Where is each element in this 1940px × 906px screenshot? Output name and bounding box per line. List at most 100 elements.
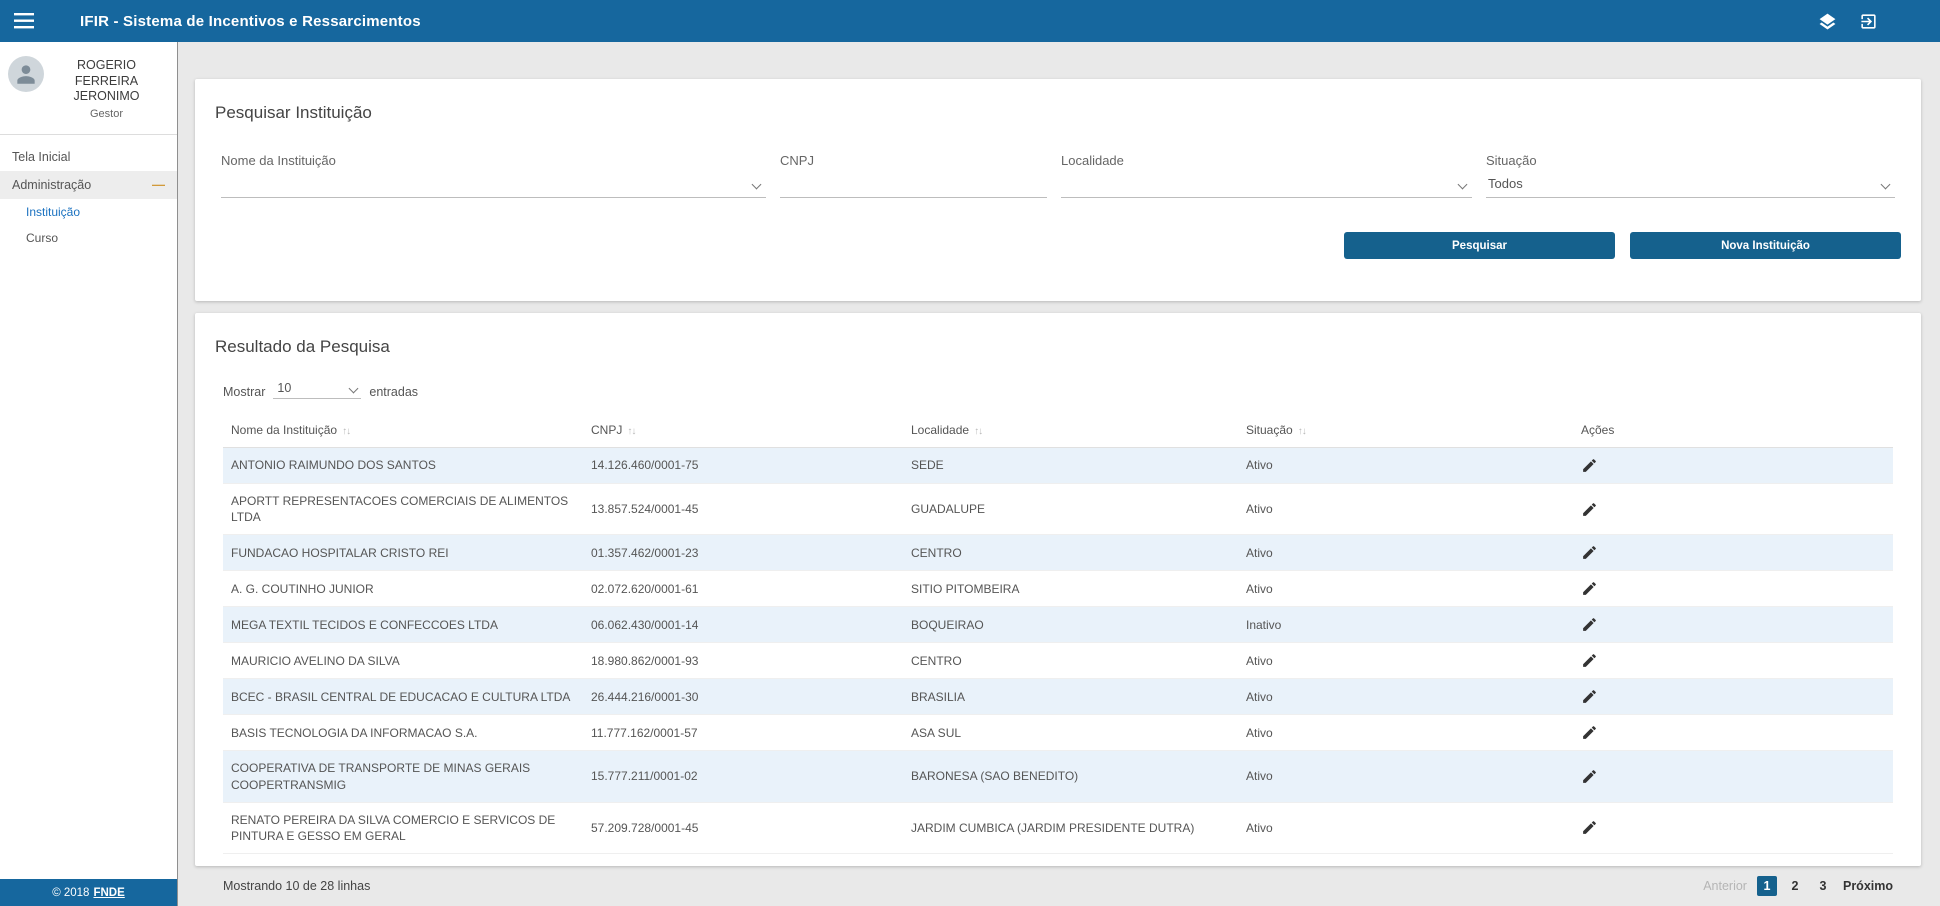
edit-button[interactable]	[1581, 768, 1598, 785]
col-header-cnpj[interactable]: CNPJ ↑↓	[583, 413, 903, 448]
edit-button[interactable]	[1581, 688, 1598, 705]
sidebar-item-instituicao[interactable]: Instituição	[0, 199, 177, 225]
cell-acoes	[1573, 535, 1893, 571]
sort-icon[interactable]: ↑↓	[342, 426, 350, 437]
table-row: APORTT REPRESENTACOES COMERCIAIS DE ALIM…	[223, 484, 1893, 535]
col-header-label: Situação	[1246, 423, 1293, 437]
table-row: RENATO PEREIRA DA SILVA COMERCIO E SERVI…	[223, 802, 1893, 853]
edit-button[interactable]	[1581, 457, 1598, 474]
search-card: Pesquisar Instituição Nome da Instituiçã…	[195, 79, 1921, 301]
cell-nome: MEGA TEXTIL TECIDOS E CONFECCOES LTDA	[223, 607, 583, 643]
pagination-page-3[interactable]: 3	[1813, 876, 1833, 896]
search-form: Nome da Instituição CNPJ Localidade Situ…	[195, 153, 1921, 198]
sidebar-item-administracao[interactable]: Administração —	[0, 171, 177, 199]
edit-button[interactable]	[1581, 544, 1598, 561]
col-header-situacao[interactable]: Situação ↑↓	[1238, 413, 1573, 448]
field-label: Situação	[1486, 153, 1895, 168]
table-row: COOPERATIVA DE TRANSPORTE DE MINAS GERAI…	[223, 751, 1893, 802]
cell-situacao: Ativo	[1238, 484, 1573, 535]
page-size-select[interactable]: 10	[273, 379, 361, 399]
pagination-prev[interactable]: Anterior	[1703, 879, 1747, 893]
nova-instituicao-button[interactable]: Nova Instituição	[1630, 232, 1901, 259]
field-cnpj: CNPJ	[780, 153, 1047, 198]
cell-localidade: ASA SUL	[903, 715, 1238, 751]
edit-button[interactable]	[1581, 652, 1598, 669]
cell-nome: APORTT REPRESENTACOES COMERCIAIS DE ALIM…	[223, 484, 583, 535]
edit-button[interactable]	[1581, 616, 1598, 633]
sidebar-item-tela-inicial[interactable]: Tela Inicial	[0, 143, 177, 171]
cell-localidade: BRASILIA	[903, 679, 1238, 715]
cell-localidade: BARONESA (SAO BENEDITO)	[903, 751, 1238, 802]
user-panel: ROGERIO FERREIRA JERONIMO Gestor	[0, 42, 177, 124]
edit-button[interactable]	[1581, 724, 1598, 741]
col-header-nome[interactable]: Nome da Instituição ↑↓	[223, 413, 583, 448]
avatar	[8, 56, 44, 92]
copyright-text: © 2018	[52, 887, 89, 899]
results-tbody: ANTONIO RAIMUNDO DOS SANTOS 14.126.460/0…	[223, 448, 1893, 854]
cell-nome: BASIS TECNOLOGIA DA INFORMACAO S.A.	[223, 715, 583, 751]
cell-cnpj: 06.062.430/0001-14	[583, 607, 903, 643]
cell-nome: MAURICIO AVELINO DA SILVA	[223, 643, 583, 679]
cell-nome: BCEC - BRASIL CENTRAL DE EDUCACAO E CULT…	[223, 679, 583, 715]
collapse-icon[interactable]: —	[152, 178, 165, 191]
edit-button[interactable]	[1581, 580, 1598, 597]
nome-instituicao-select[interactable]	[221, 168, 766, 198]
cell-nome: COOPERATIVA DE TRANSPORTE DE MINAS GERAI…	[223, 751, 583, 802]
cnpj-input[interactable]	[782, 176, 1041, 191]
search-title: Pesquisar Instituição	[195, 79, 1921, 123]
col-header-localidade[interactable]: Localidade↑↓	[903, 413, 1238, 448]
cell-acoes	[1573, 679, 1893, 715]
edit-button[interactable]	[1581, 819, 1598, 836]
sort-icon[interactable]: ↑↓	[974, 426, 982, 437]
situacao-select[interactable]: Todos	[1486, 168, 1895, 198]
table-row: A. G. COUTINHO JUNIOR 02.072.620/0001-61…	[223, 571, 1893, 607]
table-row: MEGA TEXTIL TECIDOS E CONFECCOES LTDA 06…	[223, 607, 1893, 643]
sidebar-item-curso[interactable]: Curso	[0, 225, 177, 251]
cell-situacao: Ativo	[1238, 679, 1573, 715]
page-size-row: Mostrar 10 entradas	[195, 379, 1921, 399]
field-localidade: Localidade	[1061, 153, 1472, 198]
cell-localidade: CENTRO	[903, 535, 1238, 571]
pagination-page-2[interactable]: 2	[1785, 876, 1805, 896]
logout-icon[interactable]	[1859, 12, 1878, 31]
sidebar: ROGERIO FERREIRA JERONIMO Gestor Tela In…	[0, 42, 178, 906]
pagination-page-1[interactable]: 1	[1757, 876, 1777, 896]
pagination-next[interactable]: Próximo	[1843, 879, 1893, 893]
localidade-select[interactable]	[1061, 168, 1472, 198]
table-row: BCEC - BRASIL CENTRAL DE EDUCACAO E CULT…	[223, 679, 1893, 715]
results-card: Resultado da Pesquisa Mostrar 10 entrada…	[195, 313, 1921, 866]
col-header-acoes: Ações	[1573, 413, 1893, 448]
sort-icon[interactable]: ↑↓	[627, 426, 635, 437]
field-situacao: Situação Todos	[1486, 153, 1895, 198]
layers-icon[interactable]	[1818, 12, 1837, 31]
page-size-suffix: entradas	[369, 385, 418, 399]
cell-cnpj: 01.357.462/0001-23	[583, 535, 903, 571]
sort-icon[interactable]: ↑↓	[1298, 426, 1306, 437]
pesquisar-button[interactable]: Pesquisar	[1344, 232, 1615, 259]
fnde-link[interactable]: FNDE	[93, 887, 124, 899]
cell-situacao: Ativo	[1238, 643, 1573, 679]
page-size-value: 10	[277, 381, 291, 395]
col-header-label: Nome da Instituição	[231, 423, 337, 437]
cell-nome: FUNDACAO HOSPITALAR CRISTO REI	[223, 535, 583, 571]
cell-acoes	[1573, 484, 1893, 535]
user-role: Gestor	[44, 108, 169, 120]
table-header-row: Nome da Instituição ↑↓ CNPJ ↑↓ Localidade↑…	[223, 413, 1893, 448]
cell-situacao: Inativo	[1238, 607, 1573, 643]
cell-cnpj: 26.444.216/0001-30	[583, 679, 903, 715]
menu-icon[interactable]	[14, 13, 34, 29]
cnpj-control	[780, 168, 1047, 198]
sidebar-footer: © 2018 FNDE	[0, 879, 177, 906]
cell-localidade: BOQUEIRAO	[903, 607, 1238, 643]
col-header-label: CNPJ	[591, 423, 622, 437]
cell-situacao: Ativo	[1238, 448, 1573, 484]
chevron-down-icon	[752, 180, 762, 190]
cell-localidade: CENTRO	[903, 643, 1238, 679]
table-row: BASIS TECNOLOGIA DA INFORMACAO S.A. 11.7…	[223, 715, 1893, 751]
cell-localidade: SITIO PITOMBEIRA	[903, 571, 1238, 607]
sidebar-item-label: Administração	[12, 178, 91, 192]
table-row: MAURICIO AVELINO DA SILVA 18.980.862/000…	[223, 643, 1893, 679]
pagination-pages: 123	[1757, 876, 1833, 896]
edit-button[interactable]	[1581, 501, 1598, 518]
cell-cnpj: 57.209.728/0001-45	[583, 802, 903, 853]
